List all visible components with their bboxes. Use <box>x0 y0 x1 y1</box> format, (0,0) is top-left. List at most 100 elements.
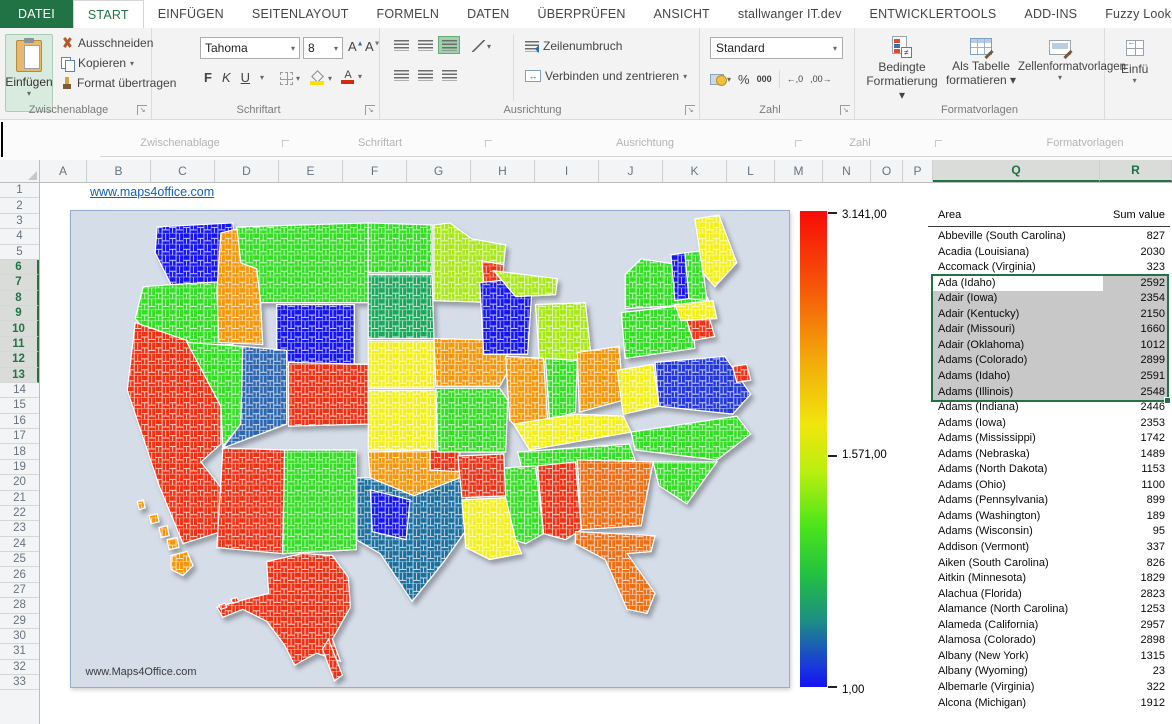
value-cell[interactable]: 2823 <box>1141 588 1165 600</box>
value-cell[interactable]: 2592 <box>1141 277 1165 289</box>
row-header-9[interactable]: 9 <box>0 306 39 321</box>
table-row[interactable]: Albany (Wyoming)23 <box>938 665 1165 681</box>
value-cell[interactable]: 337 <box>1147 541 1165 553</box>
value-cell[interactable]: 1829 <box>1141 572 1165 584</box>
percent-style-button[interactable]: % <box>738 72 750 87</box>
area-cell[interactable]: Acadia (Louisiana) <box>938 246 1029 258</box>
dialog-launcher-icon[interactable]: ↘ <box>840 105 850 115</box>
value-cell[interactable]: 23 <box>1153 665 1165 677</box>
area-cell[interactable]: Adams (North Dakota) <box>938 463 1047 475</box>
tab-fuzzy-lookup[interactable]: Fuzzy Lookup <box>1091 0 1172 28</box>
table-row[interactable]: Adair (Iowa)2354 <box>938 292 1165 308</box>
area-cell[interactable]: Adams (Nebraska) <box>938 448 1030 460</box>
table-row[interactable]: Accomack (Virginia)323 <box>938 261 1165 277</box>
underline-button[interactable]: U <box>241 70 250 85</box>
table-row[interactable]: Adams (Colorado)2899 <box>938 354 1165 370</box>
value-cell[interactable]: 2899 <box>1141 354 1165 366</box>
column-header-H[interactable]: H <box>471 160 535 182</box>
format-as-table-button[interactable]: Als Tabelle formatieren ▾ <box>945 38 1017 87</box>
tab-start[interactable]: START <box>73 0 144 28</box>
column-header-M[interactable]: M <box>775 160 823 182</box>
merge-center-button[interactable]: ↔ Verbinden und zentrieren ▾ <box>522 68 690 84</box>
table-row[interactable]: Albemarle (Virginia)322 <box>938 681 1165 697</box>
value-cell[interactable]: 826 <box>1147 557 1165 569</box>
table-row[interactable]: Alameda (California)2957 <box>938 619 1165 635</box>
row-header-13[interactable]: 13 <box>0 368 39 383</box>
row-header-3[interactable]: 3 <box>0 214 39 229</box>
tab-einf-gen[interactable]: EINFÜGEN <box>144 0 238 28</box>
select-all-corner[interactable] <box>0 160 40 182</box>
value-cell[interactable]: 2353 <box>1141 417 1165 429</box>
row-header-15[interactable]: 15 <box>0 398 39 413</box>
table-row[interactable]: Adams (Ohio)1100 <box>938 479 1165 495</box>
table-row[interactable]: Alachua (Florida)2823 <box>938 588 1165 604</box>
align-left-button[interactable] <box>390 66 412 84</box>
row-header-11[interactable]: 11 <box>0 337 39 352</box>
table-row[interactable]: Adair (Missouri)1660 <box>938 323 1165 339</box>
table-row[interactable]: Adams (Idaho)2591 <box>938 370 1165 386</box>
chevron-down-icon[interactable]: ▾ <box>260 73 264 82</box>
table-row[interactable]: Albany (New York)1315 <box>938 650 1165 666</box>
row-header-2[interactable]: 2 <box>0 198 39 213</box>
table-row[interactable]: Abbeville (South Carolina)827 <box>938 230 1165 246</box>
value-cell[interactable]: 1253 <box>1141 603 1165 615</box>
value-cell[interactable]: 1912 <box>1141 697 1165 709</box>
chevron-down-icon[interactable]: ▾ <box>130 59 134 68</box>
column-header-N[interactable]: N <box>823 160 871 182</box>
column-header-L[interactable]: L <box>727 160 775 182</box>
table-row[interactable]: Ada (Idaho)2592 <box>938 277 1165 293</box>
align-center-button[interactable] <box>414 66 436 84</box>
selection-fill-handle[interactable] <box>1164 397 1171 404</box>
value-cell[interactable]: 2030 <box>1141 246 1165 258</box>
area-cell[interactable]: Adair (Kentucky) <box>938 308 1019 320</box>
row-header-26[interactable]: 26 <box>0 567 39 582</box>
column-header-R[interactable]: R <box>1100 160 1172 182</box>
table-row[interactable]: Adams (Iowa)2353 <box>938 417 1165 433</box>
bold-button[interactable]: F <box>204 70 212 85</box>
row-header-23[interactable]: 23 <box>0 521 39 536</box>
area-cell[interactable]: Addison (Vermont) <box>938 541 1029 553</box>
row-header-24[interactable]: 24 <box>0 537 39 552</box>
area-cell[interactable]: Adams (Mississippi) <box>938 432 1036 444</box>
value-cell[interactable]: 2446 <box>1141 401 1165 413</box>
value-cell[interactable]: 189 <box>1147 510 1165 522</box>
column-header-D[interactable]: D <box>215 160 279 182</box>
align-top-button[interactable] <box>390 36 412 54</box>
row-header-32[interactable]: 32 <box>0 660 39 675</box>
area-cell[interactable]: Adams (Illinois) <box>938 386 1013 398</box>
value-cell[interactable]: 899 <box>1147 494 1165 506</box>
row-header-28[interactable]: 28 <box>0 598 39 613</box>
align-middle-button[interactable] <box>414 36 436 54</box>
value-cell[interactable]: 1660 <box>1141 323 1165 335</box>
area-cell[interactable]: Adams (Wisconsin) <box>938 525 1033 537</box>
tab-stallwanger-it-dev[interactable]: stallwanger IT.dev <box>724 0 856 28</box>
row-header-10[interactable]: 10 <box>0 321 39 336</box>
table-row[interactable]: Alcona (Michigan)1912 <box>938 697 1165 713</box>
tab-entwicklertools[interactable]: ENTWICKLERTOOLS <box>856 0 1011 28</box>
table-row[interactable]: Alamosa (Colorado)2898 <box>938 634 1165 650</box>
table-row[interactable]: Adams (Nebraska)1489 <box>938 448 1165 464</box>
value-cell[interactable]: 2150 <box>1141 308 1165 320</box>
row-header-4[interactable]: 4 <box>0 229 39 244</box>
value-cell[interactable]: 95 <box>1153 525 1165 537</box>
row-header-31[interactable]: 31 <box>0 644 39 659</box>
orientation-button[interactable]: ▾ <box>472 40 491 52</box>
value-cell[interactable]: 1100 <box>1141 479 1165 491</box>
column-header-J[interactable]: J <box>599 160 663 182</box>
row-header-14[interactable]: 14 <box>0 383 39 398</box>
value-cell[interactable]: 323 <box>1147 261 1165 273</box>
row-header-27[interactable]: 27 <box>0 583 39 598</box>
align-right-button[interactable] <box>438 66 460 84</box>
area-cell[interactable]: Albemarle (Virginia) <box>938 681 1034 693</box>
decrease-decimal-button[interactable]: ,00→ <box>810 74 832 84</box>
conditional-formatting-button[interactable]: ≠ Bedingte Formatierung ▾ <box>863 36 941 102</box>
row-header-30[interactable]: 30 <box>0 629 39 644</box>
column-header-G[interactable]: G <box>407 160 471 182</box>
row-header-25[interactable]: 25 <box>0 552 39 567</box>
table-row[interactable]: Addison (Vermont) 337 <box>938 541 1165 557</box>
value-cell[interactable]: 827 <box>1147 230 1165 242</box>
font-name-select[interactable]: Tahoma▾ <box>200 37 300 59</box>
us-choropleth-map[interactable]: www.Maps4Office.com <box>70 210 790 688</box>
dialog-launcher-icon[interactable]: ↘ <box>685 105 695 115</box>
italic-button[interactable]: K <box>222 70 231 85</box>
